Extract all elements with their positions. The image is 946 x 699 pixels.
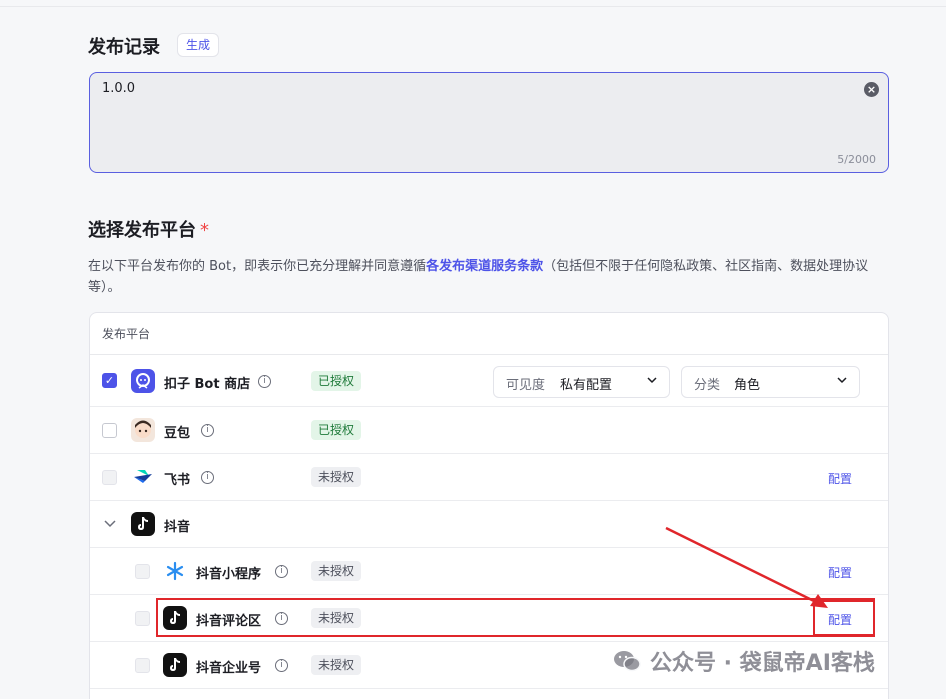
platform-section-title: 选择发布平台 * bbox=[88, 220, 209, 241]
table-row-doubao: 豆包 i 已授权 bbox=[90, 407, 888, 454]
table-row-bot-store: ✓ 扣子 Bot 商店 i 已授权 可见度 私有配置 分类 角色 bbox=[90, 355, 888, 407]
config-link[interactable]: 配置 bbox=[828, 470, 852, 487]
comments-checkbox[interactable] bbox=[135, 611, 150, 626]
miniprogram-checkbox[interactable] bbox=[135, 564, 150, 579]
feishu-checkbox[interactable] bbox=[102, 470, 117, 485]
char-count: 5/2000 bbox=[837, 153, 876, 166]
douyin-logo-icon bbox=[131, 512, 155, 536]
chevron-down-icon bbox=[837, 377, 847, 384]
annotation-arrow-icon bbox=[665, 526, 828, 608]
visibility-select[interactable]: 可见度 私有配置 bbox=[493, 366, 670, 398]
info-icon[interactable]: i bbox=[275, 565, 288, 578]
release-notes-title: 发布记录 bbox=[88, 37, 160, 58]
status-badge: 已授权 bbox=[311, 371, 362, 391]
platform-name: 抖音企业号 bbox=[196, 661, 262, 676]
required-mark: * bbox=[200, 220, 209, 241]
generate-button[interactable]: 生成 bbox=[177, 33, 220, 57]
category-value: 角色 bbox=[734, 378, 761, 393]
feishu-logo-icon bbox=[131, 465, 155, 489]
doubao-avatar-icon bbox=[131, 418, 155, 442]
doubao-checkbox[interactable] bbox=[102, 423, 117, 438]
platform-name: 飞书 bbox=[164, 473, 191, 488]
watermark-text: 公众号 · 袋鼠帝AI客栈 bbox=[650, 651, 875, 676]
miniprogram-logo-icon bbox=[163, 559, 187, 583]
textarea-value: 1.0.0 bbox=[102, 81, 136, 96]
chevron-down-icon bbox=[647, 377, 657, 384]
visibility-value: 私有配置 bbox=[560, 378, 613, 393]
platform-name: 豆包 bbox=[164, 426, 191, 441]
platform-name: 抖音 bbox=[164, 520, 191, 535]
category-select[interactable]: 分类 角色 bbox=[681, 366, 860, 398]
table-header: 发布平台 bbox=[90, 313, 888, 355]
clear-icon[interactable]: × bbox=[864, 82, 879, 97]
release-notes-textarea[interactable]: 1.0.0 × 5/2000 bbox=[89, 72, 889, 173]
wechat-icon bbox=[614, 651, 641, 672]
platform-table: 发布平台 ✓ 扣子 Bot 商店 i 已授权 可见度 私有配置 分类 角色 豆包… bbox=[89, 312, 889, 699]
douyin-logo-icon bbox=[163, 653, 187, 677]
top-divider bbox=[0, 0, 946, 7]
visibility-label: 可见度 bbox=[506, 378, 546, 393]
status-badge: 未授权 bbox=[311, 655, 362, 675]
platform-name: 抖音小程序 bbox=[196, 567, 262, 582]
info-icon[interactable]: i bbox=[201, 471, 214, 484]
info-icon[interactable]: i bbox=[258, 375, 271, 388]
category-label: 分类 bbox=[694, 378, 721, 393]
status-badge: 未授权 bbox=[311, 467, 362, 487]
info-icon[interactable]: i bbox=[201, 424, 214, 437]
enterprise-checkbox[interactable] bbox=[135, 658, 150, 673]
chevron-down-icon[interactable] bbox=[103, 517, 117, 531]
platform-name: 扣子 Bot 商店 bbox=[164, 377, 251, 392]
bot-store-logo-icon bbox=[131, 369, 155, 393]
info-icon[interactable]: i bbox=[275, 659, 288, 672]
platform-description: 在以下平台发布你的 Bot，即表示你已充分理解并同意遵循各发布渠道服务条款（包括… bbox=[88, 259, 869, 295]
table-row-feishu: 飞书 i 未授权 配置 bbox=[90, 454, 888, 501]
bot-store-checkbox[interactable]: ✓ bbox=[102, 373, 117, 388]
status-badge: 未授权 bbox=[311, 561, 362, 581]
terms-link[interactable]: 各发布渠道服务条款 bbox=[426, 259, 543, 274]
status-badge: 已授权 bbox=[311, 420, 362, 440]
